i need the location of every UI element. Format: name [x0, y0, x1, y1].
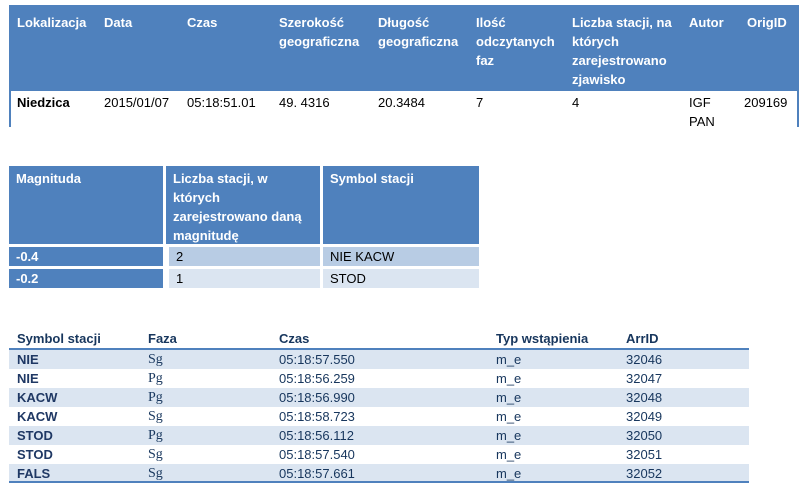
magnitude-table: Magnituda Liczba stacji, w których zarej… — [9, 166, 479, 290]
event-longitude: 20.3484 — [378, 95, 425, 110]
phase-cell: Pg — [148, 371, 163, 386]
station-symbol-cell: KACW — [17, 390, 58, 405]
header-station-count: Liczba stacji, w których zarejestrowano … — [166, 166, 320, 244]
header-location: Lokalizacja — [17, 15, 87, 30]
onset-type-cell: m_e — [496, 409, 522, 424]
station-symbol-cell: KACW — [17, 409, 58, 424]
station-symbol-cell: STOD — [17, 447, 53, 462]
event-location: Niedzica — [17, 95, 70, 110]
arrid-cell: 32047 — [626, 371, 663, 386]
header-longitude: Długość geograficzna — [378, 15, 459, 49]
event-row: Niedzica 2015/01/07 05:18:51.01 49. 4316… — [11, 91, 797, 129]
arrid-cell: 32051 — [626, 447, 663, 462]
event-origid: 209169 — [744, 95, 788, 110]
table-row: NIE Sg 05:18:57.550 m_e 32046 — [9, 350, 749, 369]
arrival-time-cell: 05:18:58.723 — [279, 409, 355, 424]
header-magnitude: Magnituda — [9, 166, 163, 244]
header-onset: Typ wstąpienia — [496, 331, 589, 346]
header-station-symbol: Symbol stacji — [323, 166, 479, 244]
magnitude-cell: -0.2 — [9, 269, 163, 288]
arrival-time-cell: 05:18:56.990 — [279, 390, 355, 405]
arrid-cell: 32049 — [626, 409, 663, 424]
phase-cell: Pg — [148, 428, 163, 443]
station-symbol-cell: NIE — [17, 352, 39, 367]
table-row: KACW Sg 05:18:58.723 m_e 32049 — [9, 407, 749, 426]
arrid-cell: 32046 — [626, 352, 663, 367]
header-stations: Liczba stacji, na których zarejestrowano… — [572, 15, 672, 87]
header-arrid: ArrID — [626, 331, 659, 346]
table-row: STOD Pg 05:18:56.112 m_e 32050 — [9, 426, 749, 445]
table-row: STOD Sg 05:18:57.540 m_e 32051 — [9, 445, 749, 464]
header-phase: Faza — [148, 331, 177, 346]
onset-type-cell: m_e — [496, 447, 522, 462]
event-time: 05:18:51.01 — [187, 95, 256, 110]
event-phases: 7 — [476, 95, 484, 110]
header-date: Data — [104, 15, 133, 30]
header-latitude: Szerokość geograficzna — [279, 15, 360, 49]
arrivals-table: Symbol stacji Faza Czas Typ wstąpienia A… — [9, 330, 749, 490]
count-cell: 2 — [169, 247, 320, 266]
station-symbol-cell: NIE — [17, 371, 39, 386]
header-time: Czas — [279, 331, 310, 346]
count-cell: 1 — [169, 269, 320, 288]
header-phases: Ilość odczytanych faz — [476, 15, 555, 68]
arrival-time-cell: 05:18:57.550 — [279, 352, 355, 367]
event-date: 2015/01/07 — [104, 95, 170, 110]
table-bottom-rule — [9, 481, 749, 483]
table-row: NIE Pg 05:18:56.259 m_e 32047 — [9, 369, 749, 388]
station-symbol-cell: STOD — [17, 428, 53, 443]
arrival-time-cell: 05:18:56.259 — [279, 371, 355, 386]
phase-cell: Sg — [148, 352, 163, 367]
header-time: Czas — [187, 15, 218, 30]
phase-cell: Pg — [148, 390, 163, 405]
arrid-cell: 32048 — [626, 390, 663, 405]
arrid-cell: 32050 — [626, 428, 663, 443]
onset-type-cell: m_e — [496, 390, 522, 405]
symbol-cell: NIE KACW — [323, 247, 479, 266]
onset-type-cell: m_e — [496, 352, 522, 367]
header-author: Autor — [689, 15, 724, 30]
phase-cell: Sg — [148, 447, 163, 462]
symbol-cell: STOD — [323, 269, 479, 288]
arrival-time-cell: 05:18:57.540 — [279, 447, 355, 462]
phase-cell: Sg — [148, 409, 163, 424]
onset-type-cell: m_e — [496, 428, 522, 443]
onset-type-cell: m_e — [496, 371, 522, 386]
event-stations: 4 — [572, 95, 580, 110]
table-row: KACW Pg 05:18:56.990 m_e 32048 — [9, 388, 749, 407]
event-author: IGF PAN — [689, 95, 715, 129]
magnitude-cell: -0.4 — [9, 247, 163, 266]
header-symbol: Symbol stacji — [17, 331, 101, 346]
header-origid: OrigID — [747, 15, 787, 30]
event-latitude: 49. 4316 — [279, 95, 330, 110]
event-table-header: Lokalizacja Data Czas Szerokość geografi… — [11, 7, 797, 91]
arrival-time-cell: 05:18:56.112 — [279, 428, 354, 443]
arrivals-header: Symbol stacji Faza Czas Typ wstąpienia A… — [9, 330, 749, 350]
event-summary-table: Lokalizacja Data Czas Szerokość geografi… — [9, 5, 799, 129]
